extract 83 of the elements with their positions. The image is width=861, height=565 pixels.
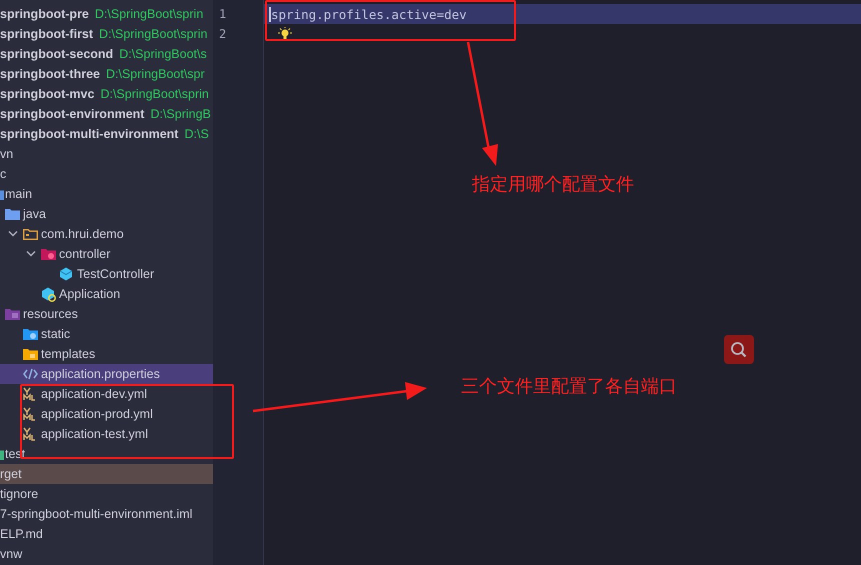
module-path: D:\SpringBoot\sprin [100, 87, 209, 101]
tree-row[interactable]: application-test.yml [0, 424, 213, 444]
tree-item-label: tignore [0, 487, 38, 501]
tree-row[interactable]: vnw [0, 544, 213, 564]
tree-item-label: Application [59, 287, 120, 301]
tree-row[interactable]: Application [0, 284, 213, 304]
tree-row[interactable]: springboot-mvc D:\SpringBoot\sprin [0, 84, 213, 104]
line-number: 2 [218, 26, 228, 43]
chevron-down-icon[interactable] [26, 250, 36, 258]
search-icon [730, 340, 748, 358]
tree-item-label: templates [41, 347, 96, 361]
selected-tree-row[interactable]: application.properties [0, 364, 213, 384]
tree-row[interactable]: vn [0, 144, 213, 164]
folder-icon [5, 307, 20, 321]
tree-item-label: TestController [77, 267, 154, 281]
tree-row[interactable]: springboot-pre D:\SpringBoot\sprin [0, 4, 213, 24]
yaml-file-icon [23, 407, 36, 421]
tree-row[interactable]: 7-springboot-multi-environment.iml [0, 504, 213, 524]
tree-row[interactable]: application-prod.yml [0, 404, 213, 424]
tree-row[interactable]: springboot-environment D:\SpringB [0, 104, 213, 124]
tree-item-label: resources [23, 307, 78, 321]
tree-row[interactable]: springboot-second D:\SpringBoot\s [0, 44, 213, 64]
annotation-text: 三个文件里配置了各自端口 [461, 375, 677, 398]
tree-item-label: c [0, 167, 6, 181]
tree-row[interactable]: main [0, 184, 213, 204]
tree-row[interactable]: com.hrui.demo [0, 224, 213, 244]
package-folder-icon [23, 227, 38, 241]
tree-item-label: springboot-multi-environment [0, 127, 178, 141]
tree-item-label: springboot-pre [0, 7, 89, 21]
module-path: D:\SpringBoot\s [119, 47, 207, 61]
tree-row[interactable]: TestController [0, 264, 213, 284]
tree-item-label: springboot-first [0, 27, 94, 41]
lightbulb-icon[interactable] [277, 27, 293, 41]
line-number: 1 [218, 6, 228, 23]
tree-row[interactable]: static [0, 324, 213, 344]
cube-icon [41, 287, 57, 302]
tree-row[interactable]: ELP.md [0, 524, 213, 544]
module-path: D:\SpringBoot\sprin [94, 7, 204, 21]
code-icon [23, 367, 38, 381]
annotation-text: 指定用哪个配置文件 [472, 173, 634, 196]
folder-icon [5, 207, 20, 221]
tree-item-label: springboot-second [0, 47, 114, 61]
yaml-file-icon [23, 427, 36, 441]
tree-row[interactable]: application-dev.yml [0, 384, 213, 404]
code-text: spring.profiles.active=dev [269, 6, 467, 22]
folder-icon [41, 247, 56, 261]
chevron-down-icon[interactable] [8, 230, 18, 238]
tree-item-label: springboot-three [0, 67, 100, 81]
tree-item-label: application-test.yml [41, 427, 148, 441]
tree-row[interactable]: springboot-multi-environment D:\S [0, 124, 213, 144]
tree-item-label: application-prod.yml [41, 407, 153, 421]
tree-row[interactable]: controller [0, 244, 213, 264]
tree-item-label: springboot-mvc [0, 87, 94, 101]
tree-row[interactable]: templates [0, 344, 213, 364]
tree-row[interactable]: springboot-three D:\SpringBoot\spr [0, 64, 213, 84]
tree-item-label: vnw [0, 547, 22, 561]
tree-item-label: static [41, 327, 70, 341]
tree-row[interactable]: resources [0, 304, 213, 324]
module-path: D:\S [184, 127, 209, 141]
tree-row[interactable]: java [0, 204, 213, 224]
folder-icon [23, 347, 38, 361]
module-path: D:\SpringBoot\spr [106, 67, 205, 81]
tree-item-label: rget [0, 467, 22, 481]
folder-icon [23, 327, 38, 341]
tree-row[interactable]: springboot-first D:\SpringBoot\sprin [0, 24, 213, 44]
search-button[interactable] [724, 335, 754, 364]
tree-item-label: controller [59, 247, 110, 261]
tree-row[interactable]: c [0, 164, 213, 184]
tree-item-label: application.properties [41, 367, 160, 381]
module-path: D:\SpringBoot\sprin [99, 27, 208, 41]
tree-item-label: com.hrui.demo [41, 227, 124, 241]
cube-icon [59, 267, 73, 281]
tree-row[interactable]: tignore [0, 484, 213, 504]
tree-item-label: springboot-environment [0, 107, 144, 121]
tree-item-label: application-dev.yml [41, 387, 148, 401]
tree-item-label: 7-springboot-multi-environment.iml [0, 507, 192, 521]
tree-item-label: java [23, 207, 46, 221]
module-path: D:\SpringB [150, 107, 211, 121]
yaml-file-icon [23, 387, 36, 401]
tree-item-label: main [5, 187, 32, 201]
highlighted-tree-row[interactable]: rget [0, 464, 213, 484]
tree-item-label: ELP.md [0, 527, 43, 541]
tree-item-label: vn [0, 147, 14, 161]
